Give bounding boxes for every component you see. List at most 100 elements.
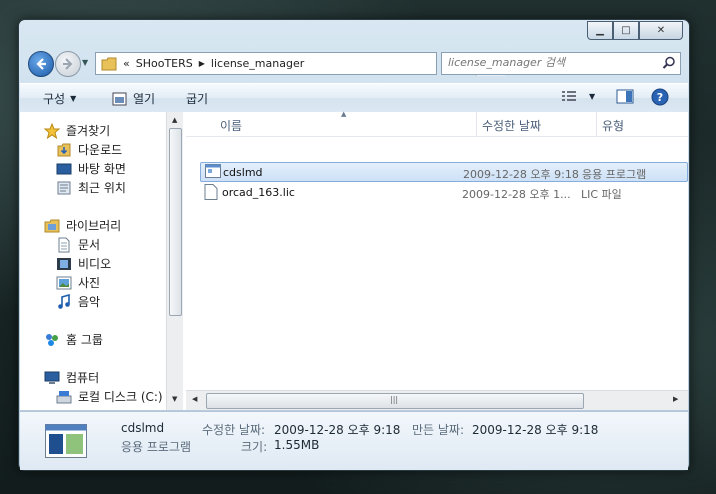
file-type: 응용 프로그램	[582, 168, 647, 181]
sort-arrow-icon: ▲	[341, 110, 347, 118]
search-icon[interactable]	[662, 56, 676, 70]
picture-icon	[56, 275, 72, 291]
downloads-icon	[56, 142, 72, 158]
view-icon	[562, 91, 576, 101]
nav-computer-label: 컴퓨터	[66, 371, 100, 385]
nav-videos-label: 비디오	[78, 257, 112, 271]
video-icon	[56, 256, 72, 272]
nav-favorites[interactable]: 즐겨찾기	[43, 122, 111, 139]
drive-icon	[56, 389, 72, 405]
chevron-down-icon: ▼	[589, 91, 596, 101]
file-list: ▲ 이름 수정한 날짜 유형 cdslmd 2009-12-28 오후 9:18…	[186, 110, 688, 410]
preview-pane-icon	[616, 89, 634, 104]
chevron-down-icon: ▼	[70, 94, 77, 103]
nav-downloads[interactable]: 다운로드	[56, 141, 122, 158]
star-icon	[43, 122, 61, 139]
address-overflow[interactable]: «	[123, 57, 130, 70]
horizontal-scrollbar[interactable]: ◀ ||| ▶	[186, 390, 688, 410]
document-icon	[56, 237, 72, 253]
nav-pictures[interactable]: 사진	[56, 274, 100, 291]
open-button[interactable]: 열기	[112, 90, 155, 107]
navigation-pane: 즐겨찾기 다운로드 바탕 화면 최근 위치 라이브러리 문서 비디오 사진 음악…	[20, 112, 183, 410]
address-bar[interactable]: « SHooTERS ▶ license_manager	[95, 52, 505, 76]
nav-music[interactable]: 음악	[56, 293, 100, 310]
detail-size-label: 크기:	[241, 440, 268, 454]
nav-homegroup[interactable]: 홈 그룹	[44, 331, 103, 348]
search-input[interactable]	[442, 53, 654, 72]
scroll-right-icon[interactable]: ▶	[673, 395, 678, 403]
close-button[interactable]: ✕	[639, 21, 683, 40]
preview-pane-button[interactable]	[616, 89, 634, 104]
nav-pictures-label: 사진	[78, 276, 101, 290]
recent-places-icon	[56, 180, 72, 196]
organize-button[interactable]: 구성 ▼	[43, 90, 76, 107]
nav-videos[interactable]: 비디오	[56, 255, 111, 272]
nav-recent-places[interactable]: 최근 위치	[56, 179, 126, 196]
computer-icon	[44, 370, 60, 386]
nav-local-disk[interactable]: 로컬 디스크 (C:)	[56, 388, 163, 405]
burn-label: 굽기	[186, 92, 209, 106]
back-arrow-icon	[36, 58, 46, 70]
svg-text:?: ?	[657, 91, 663, 104]
main-area: 즐겨찾기 다운로드 바탕 화면 최근 위치 라이브러리 문서 비디오 사진 음악…	[20, 110, 688, 410]
column-name[interactable]: 이름	[220, 117, 242, 134]
maximize-button[interactable]: □	[613, 21, 639, 40]
view-options-button[interactable]: ▼	[561, 90, 595, 102]
open-icon	[112, 92, 127, 105]
application-icon	[205, 164, 221, 180]
forward-button[interactable]	[55, 51, 81, 77]
detail-size-value: 1.55MB	[274, 438, 320, 452]
nav-libraries-label: 라이브러리	[66, 219, 122, 233]
detail-created-label: 만든 날짜:	[412, 423, 465, 437]
scroll-up-icon[interactable]: ▲	[172, 116, 177, 124]
nav-favorites-label: 즐겨찾기	[66, 124, 111, 138]
burn-button[interactable]: 굽기	[186, 90, 208, 107]
recent-pages-dropdown[interactable]: ▼	[82, 58, 91, 68]
detail-modified-value: 2009-12-28 오후 9:18	[274, 423, 401, 437]
nav-computer[interactable]: 컴퓨터	[44, 369, 99, 386]
help-icon: ?	[651, 88, 669, 106]
scroll-down-icon[interactable]: ▼	[172, 395, 177, 403]
horizontal-scroll-thumb[interactable]: |||	[206, 393, 584, 409]
breadcrumb-license-manager[interactable]: license_manager	[211, 57, 304, 70]
nav-recent-places-label: 최근 위치	[78, 181, 126, 195]
column-separator[interactable]	[476, 112, 477, 136]
navigation-row: ▼ « SHooTERS ▶ license_manager	[27, 50, 681, 78]
breadcrumb-shooters[interactable]: SHooTERS	[136, 57, 193, 70]
breadcrumb-separator-icon[interactable]: ▶	[199, 59, 205, 68]
libraries-icon	[44, 218, 60, 234]
column-date-modified[interactable]: 수정한 날짜	[482, 117, 541, 134]
folder-icon	[101, 57, 117, 70]
nav-local-disk-label: 로컬 디스크 (C:)	[78, 390, 163, 404]
grip-icon: |||	[390, 395, 399, 404]
detail-modified-label: 수정한 날짜:	[202, 423, 266, 437]
open-label: 열기	[133, 92, 156, 106]
minimize-button[interactable]: ▁	[587, 21, 613, 40]
detail-file-name: cdslmd	[121, 421, 165, 435]
application-preview-icon	[45, 424, 87, 458]
nav-documents[interactable]: 문서	[56, 236, 100, 253]
nav-scroll-thumb[interactable]	[169, 128, 182, 316]
search-box[interactable]	[441, 52, 681, 75]
file-name: cdslmd	[223, 166, 263, 179]
caption-buttons: ▁ □ ✕	[587, 21, 683, 40]
command-bar: 구성 ▼ 열기 굽기 ▼ ?	[20, 83, 688, 113]
nav-desktop[interactable]: 바탕 화면	[56, 160, 126, 177]
nav-libraries[interactable]: 라이브러리	[44, 217, 121, 234]
homegroup-icon	[44, 332, 60, 348]
nav-downloads-label: 다운로드	[78, 143, 123, 157]
music-icon	[56, 293, 72, 310]
file-row-cdslmd[interactable]: cdslmd 2009-12-28 오후 9:18 응용 프로그램	[200, 162, 688, 182]
back-button[interactable]	[28, 51, 54, 77]
explorer-window: ▁ □ ✕ ▼ « SHooTERS ▶ license_manager lic…	[18, 19, 690, 471]
help-button[interactable]: ?	[651, 88, 669, 106]
nav-desktop-label: 바탕 화면	[78, 162, 126, 176]
file-icon	[204, 184, 218, 200]
nav-vertical-scrollbar[interactable]: ▲ ▼	[166, 112, 183, 410]
nav-documents-label: 문서	[78, 238, 101, 252]
scroll-left-icon[interactable]: ◀	[192, 395, 197, 403]
organize-label: 구성	[43, 92, 66, 106]
column-type[interactable]: 유형	[602, 117, 624, 134]
file-row-orcad[interactable]: orcad_163.lic 2009-12-28 오후 1... LIC 파일	[200, 183, 686, 202]
column-separator[interactable]	[596, 112, 597, 136]
